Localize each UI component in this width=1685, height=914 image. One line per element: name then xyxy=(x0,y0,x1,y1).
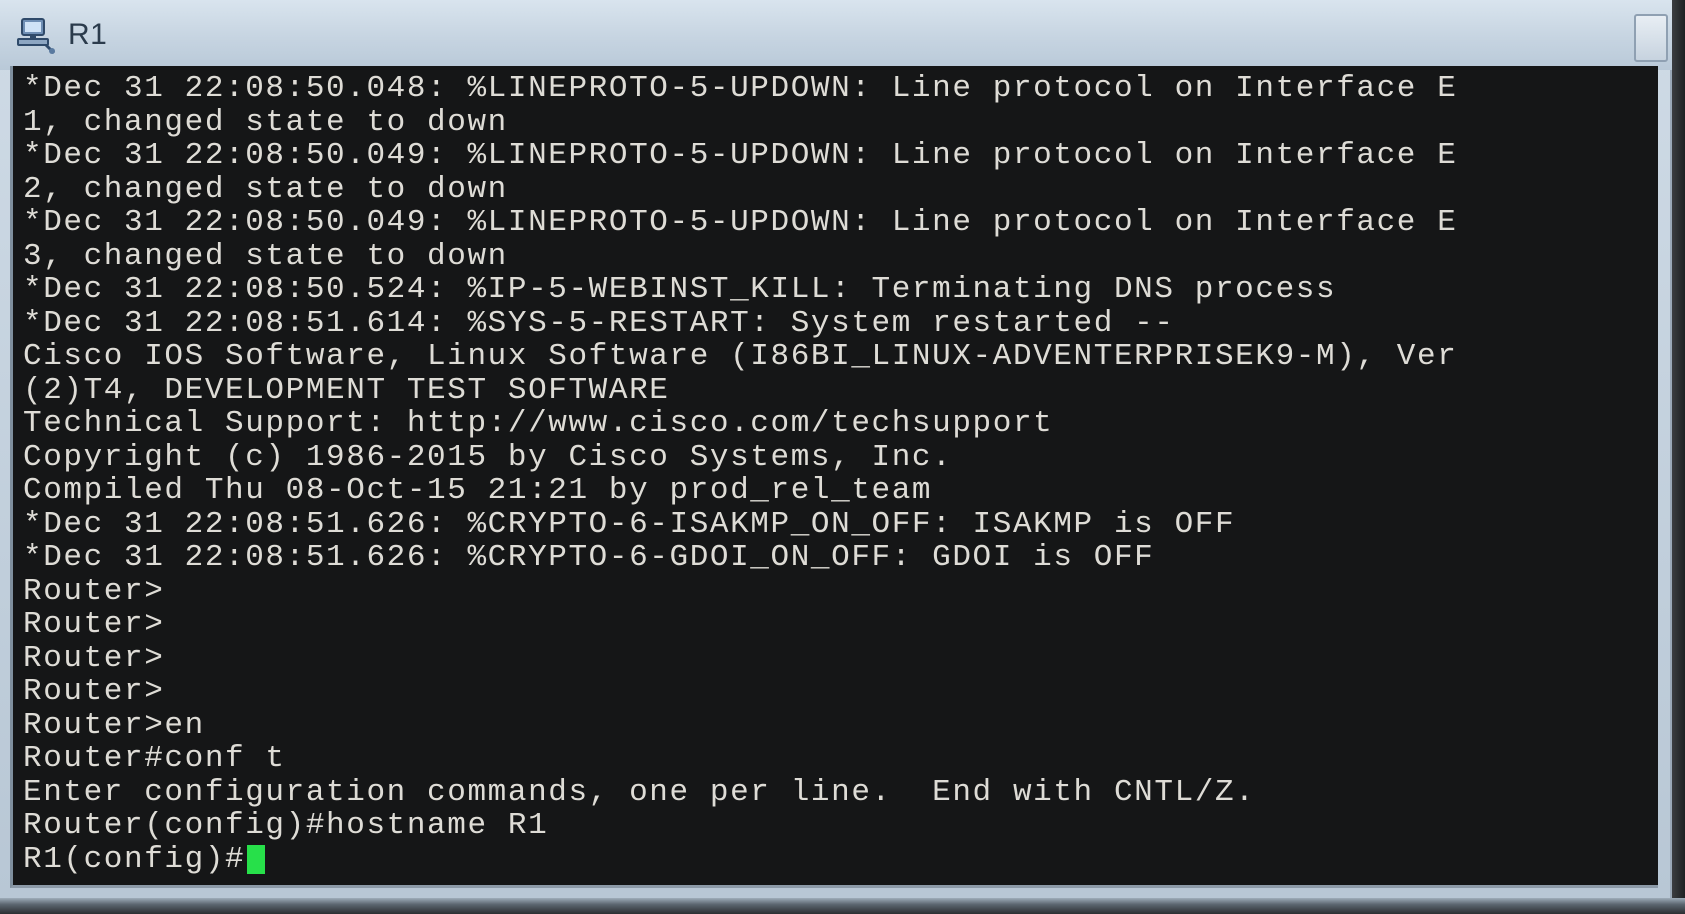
terminal-console[interactable]: *Dec 31 22:08:50.048: %LINEPROTO-5-UPDOW… xyxy=(10,66,1658,888)
window-title: R1 xyxy=(68,18,108,51)
terminal-line: 3, changed state to down xyxy=(23,238,508,274)
terminal-line: Compiled Thu 08-Oct-15 21:21 by prod_rel… xyxy=(23,473,933,508)
terminal-window: R1 *Dec 31 22:08:50.048: %LINEPROTO-5-UP… xyxy=(0,0,1672,898)
monitor-edge-right xyxy=(1672,0,1685,914)
terminal-line: Cisco IOS Software, Linux Software (I86B… xyxy=(23,339,1458,374)
terminal-line: Router> xyxy=(23,640,165,676)
network-device-icon xyxy=(14,13,58,57)
monitor-edge-bottom xyxy=(0,898,1685,914)
terminal-line: Copyright (c) 1986-2015 by Cisco Systems… xyxy=(23,439,953,475)
title-bar[interactable]: R1 xyxy=(0,0,1672,70)
terminal-line: Router(config)#hostname R1 xyxy=(23,808,549,843)
text-cursor xyxy=(247,844,266,874)
terminal-line: *Dec 31 22:08:50.049: %LINEPROTO-5-UPDOW… xyxy=(23,138,1458,173)
terminal-line: Technical Support: http://www.cisco.com/… xyxy=(23,406,1054,441)
window-control-button[interactable] xyxy=(1634,14,1668,62)
terminal-line: Router> xyxy=(23,674,165,709)
terminal-line: *Dec 31 22:08:50.049: %LINEPROTO-5-UPDOW… xyxy=(23,205,1458,240)
terminal-line: Router> xyxy=(23,607,165,642)
terminal-line: 1, changed state to down xyxy=(23,104,508,140)
terminal-line: *Dec 31 22:08:51.626: %CRYPTO-6-ISAKMP_O… xyxy=(23,506,1236,542)
command-prompt: R1(config)# xyxy=(23,841,246,877)
terminal-line: Router> xyxy=(23,573,165,609)
terminal-prompt-line[interactable]: R1(config)# xyxy=(23,841,1658,877)
terminal-line: Router>en xyxy=(23,707,205,743)
terminal-line: 2, changed state to down xyxy=(23,171,508,207)
terminal-line: *Dec 31 22:08:51.614: %SYS-5-RESTART: Sy… xyxy=(23,305,1175,341)
terminal-line: (2)T4, DEVELOPMENT TEST SOFTWARE xyxy=(23,372,670,408)
terminal-line: *Dec 31 22:08:50.524: %IP-5-WEBINST_KILL… xyxy=(23,272,1337,307)
terminal-line: *Dec 31 22:08:50.048: %LINEPROTO-5-UPDOW… xyxy=(23,71,1458,106)
terminal-line: *Dec 31 22:08:51.626: %CRYPTO-6-GDOI_ON_… xyxy=(23,540,1155,575)
terminal-line: Router#conf t xyxy=(23,741,286,776)
terminal-line: Enter configuration commands, one per li… xyxy=(23,774,1256,810)
screen: R1 *Dec 31 22:08:50.048: %LINEPROTO-5-UP… xyxy=(0,0,1685,914)
